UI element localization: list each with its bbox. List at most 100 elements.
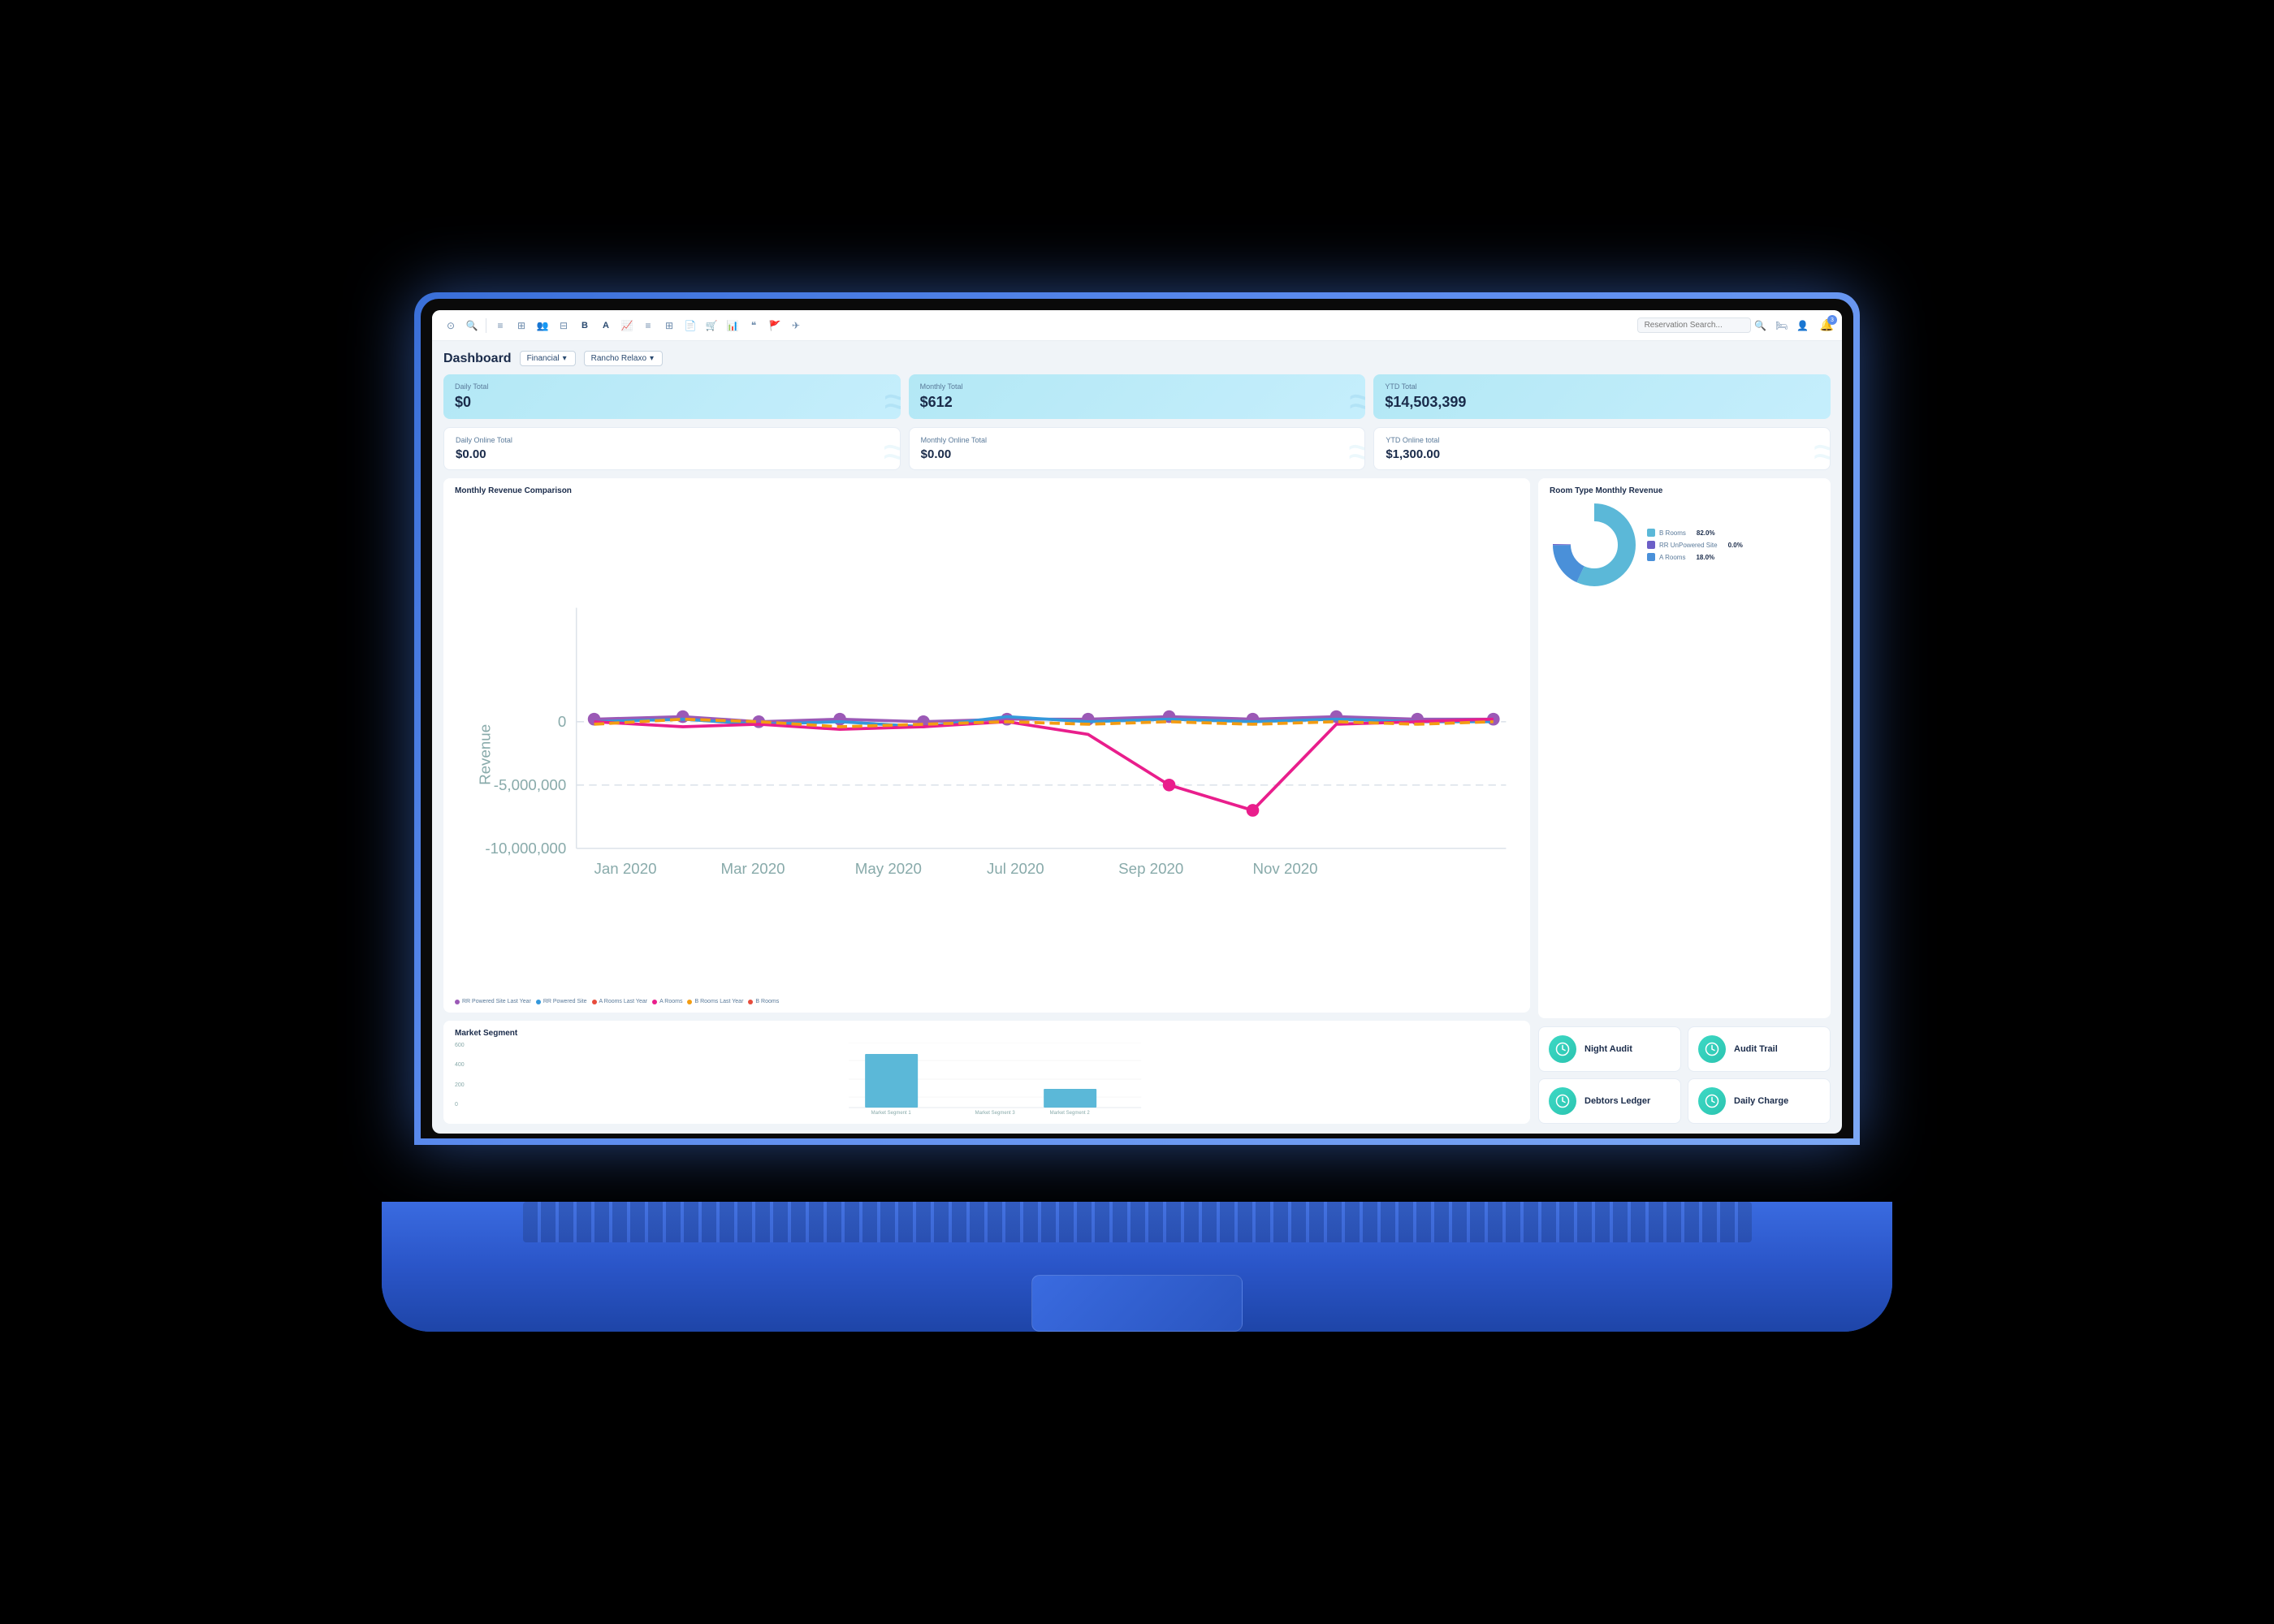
ytd-total-label: YTD Total xyxy=(1385,382,1819,391)
daily-total-label: Daily Total xyxy=(455,382,889,391)
daily-online-watermark: ≈ xyxy=(883,427,900,470)
night-audit-icon xyxy=(1549,1035,1576,1063)
laptop-base-body xyxy=(382,1202,1892,1332)
legend-label: RR Powered Site xyxy=(543,999,587,1004)
svg-text:Market Segment 2: Market Segment 2 xyxy=(1049,1111,1090,1116)
donut-legend-pct: 82.0% xyxy=(1697,529,1715,537)
donut-chart-svg xyxy=(1550,500,1639,590)
type-dropdown[interactable]: Financial ▾ xyxy=(520,351,576,366)
monthly-total-card: Monthly Total $612 ≈ xyxy=(909,374,1366,419)
nav-a-icon[interactable]: A xyxy=(598,317,614,334)
nav-search-submit-icon[interactable]: 🔍 xyxy=(1753,317,1769,334)
line-chart-area: 0 -5,000,000 -10,000,000 Jan 2020 Mar 20… xyxy=(455,500,1519,994)
svg-text:Sep 2020: Sep 2020 xyxy=(1118,860,1183,877)
legend-label: A Rooms xyxy=(659,999,682,1004)
debtors-ledger-label: Debtors Ledger xyxy=(1584,1096,1650,1106)
bar-chart-container: 600 400 200 0 xyxy=(455,1043,1519,1116)
app-main: Dashboard Financial ▾ Rancho Relaxo ▾ xyxy=(432,341,1842,1134)
nav-home-icon[interactable]: ⊙ xyxy=(443,317,459,334)
daily-charge-icon xyxy=(1698,1087,1726,1115)
legend-b-last-year: B Rooms Last Year xyxy=(687,999,743,1004)
nav-users-icon[interactable]: 👥 xyxy=(534,317,551,334)
legend-rr-last-year: RR Powered Site Last Year xyxy=(455,999,531,1004)
laptop-shell: ⊙ 🔍 ≡ ⊞ 👥 ⊟ B A 📈 ≡ ⊞ 📄 🛒 📊 ❝ 🚩 xyxy=(365,244,1909,1380)
nav-menu-icon[interactable]: ≡ xyxy=(492,317,508,334)
audit-trail-label: Audit Trail xyxy=(1734,1044,1778,1054)
legend-rr-site: RR Powered Site xyxy=(536,999,587,1004)
nav-bell-icon[interactable]: 🔔 3 xyxy=(1820,318,1834,332)
right-col: Room Type Monthly Revenue xyxy=(1538,478,1831,1124)
donut-legend: B Rooms 82.0% RR UnPowered Site 0.0% xyxy=(1647,529,1743,561)
screen-bezel: ⊙ 🔍 ≡ ⊞ 👥 ⊟ B A 📈 ≡ ⊞ 📄 🛒 📊 ❝ 🚩 xyxy=(421,299,1853,1138)
donut-swatch xyxy=(1647,541,1655,549)
nav-doc-icon[interactable]: 📄 xyxy=(682,317,698,334)
donut-legend-label: A Rooms xyxy=(1659,554,1685,561)
svg-text:-5,000,000: -5,000,000 xyxy=(494,776,566,793)
legend-a-last-year: A Rooms Last Year xyxy=(592,999,648,1004)
action-grid: Night Audit Audit Trai xyxy=(1538,1026,1831,1124)
legend-dot xyxy=(455,1000,460,1004)
room-type-revenue-card: Room Type Monthly Revenue xyxy=(1538,478,1831,1018)
daily-total-value: $0 xyxy=(455,394,889,411)
nav-person-icon[interactable]: 👤 xyxy=(1795,317,1811,334)
laptop-lid: ⊙ 🔍 ≡ ⊞ 👥 ⊟ B A 📈 ≡ ⊞ 📄 🛒 📊 ❝ 🚩 xyxy=(414,292,1860,1145)
donut-legend-a-rooms: A Rooms 18.0% xyxy=(1647,553,1743,561)
nav-flag-icon[interactable]: 🚩 xyxy=(767,317,783,334)
ytd-online-watermark: ≈ xyxy=(1814,427,1831,470)
nav-list-icon[interactable]: ⊟ xyxy=(556,317,572,334)
property-dropdown-chevron: ▾ xyxy=(650,354,654,363)
nav-cart-icon[interactable]: 🛒 xyxy=(703,317,720,334)
monthly-online-label: Monthly Online Total xyxy=(921,436,1354,444)
market-segment-card: Market Segment 600 400 200 0 xyxy=(443,1021,1530,1124)
nav-plane-icon[interactable]: ✈ xyxy=(788,317,804,334)
daily-charge-card[interactable]: Daily Charge xyxy=(1688,1078,1831,1124)
audit-trail-card[interactable]: Audit Trail xyxy=(1688,1026,1831,1072)
ytd-total-value: $14,503,399 xyxy=(1385,394,1819,411)
type-dropdown-chevron: ▾ xyxy=(563,354,567,363)
monthly-revenue-card: Monthly Revenue Comparison xyxy=(443,478,1530,1013)
property-dropdown[interactable]: Rancho Relaxo ▾ xyxy=(584,351,663,366)
nav-b-icon[interactable]: B xyxy=(577,317,593,334)
clock-icon xyxy=(1555,1042,1570,1056)
page-title: Dashboard xyxy=(443,352,512,366)
page-header: Dashboard Financial ▾ Rancho Relaxo ▾ xyxy=(443,351,1831,366)
y-axis: 600 400 200 0 xyxy=(455,1043,468,1108)
keyboard-area xyxy=(523,1202,1752,1242)
debtors-ledger-icon xyxy=(1549,1087,1576,1115)
nav-bed-icon[interactable]: 🛏 xyxy=(1774,317,1790,334)
ytd-online-value: $1,300.00 xyxy=(1386,447,1818,461)
legend-dot xyxy=(687,1000,692,1004)
nav-bar-icon[interactable]: 📊 xyxy=(724,317,741,334)
monthly-total-watermark: ≈ xyxy=(1349,375,1365,419)
nav-quote-icon[interactable]: ❝ xyxy=(746,317,762,334)
legend-dot xyxy=(748,1000,753,1004)
night-audit-label: Night Audit xyxy=(1584,1044,1632,1054)
monthly-online-card: Monthly Online Total $0.00 ≈ xyxy=(909,427,1366,470)
donut-swatch xyxy=(1647,529,1655,537)
daily-total-watermark: ≈ xyxy=(884,375,900,419)
donut-legend-pct: 18.0% xyxy=(1696,554,1714,561)
type-dropdown-label: Financial xyxy=(527,354,560,363)
market-segment-title: Market Segment xyxy=(455,1029,1519,1038)
donut-legend-b-rooms: B Rooms 82.0% xyxy=(1647,529,1743,537)
nav-grid-icon[interactable]: ⊞ xyxy=(513,317,530,334)
nav-search-icon[interactable]: 🔍 xyxy=(464,317,480,334)
night-audit-card[interactable]: Night Audit xyxy=(1538,1026,1681,1072)
nav-grid2-icon[interactable]: ⊞ xyxy=(661,317,677,334)
daily-online-label: Daily Online Total xyxy=(456,436,888,444)
svg-text:Market Segment 1: Market Segment 1 xyxy=(871,1111,911,1116)
ytd-online-label: YTD Online total xyxy=(1386,436,1818,444)
nav-chart-icon[interactable]: 📈 xyxy=(619,317,635,334)
left-charts: Monthly Revenue Comparison xyxy=(443,478,1530,1124)
ytd-online-card: YTD Online total $1,300.00 ≈ xyxy=(1373,427,1831,470)
monthly-revenue-title: Monthly Revenue Comparison xyxy=(455,486,1519,495)
bell-badge: 3 xyxy=(1827,315,1837,325)
svg-text:Revenue: Revenue xyxy=(477,724,494,785)
trackpad[interactable] xyxy=(1031,1275,1243,1332)
reservation-search-input[interactable] xyxy=(1637,317,1751,333)
svg-text:Nov 2020: Nov 2020 xyxy=(1253,860,1318,877)
debtors-ledger-card[interactable]: Debtors Ledger xyxy=(1538,1078,1681,1124)
stats-row-1: Daily Total $0 ≈ Monthly Total $612 ≈ YT… xyxy=(443,374,1831,419)
donut-legend-label: B Rooms xyxy=(1659,529,1686,537)
nav-list2-icon[interactable]: ≡ xyxy=(640,317,656,334)
